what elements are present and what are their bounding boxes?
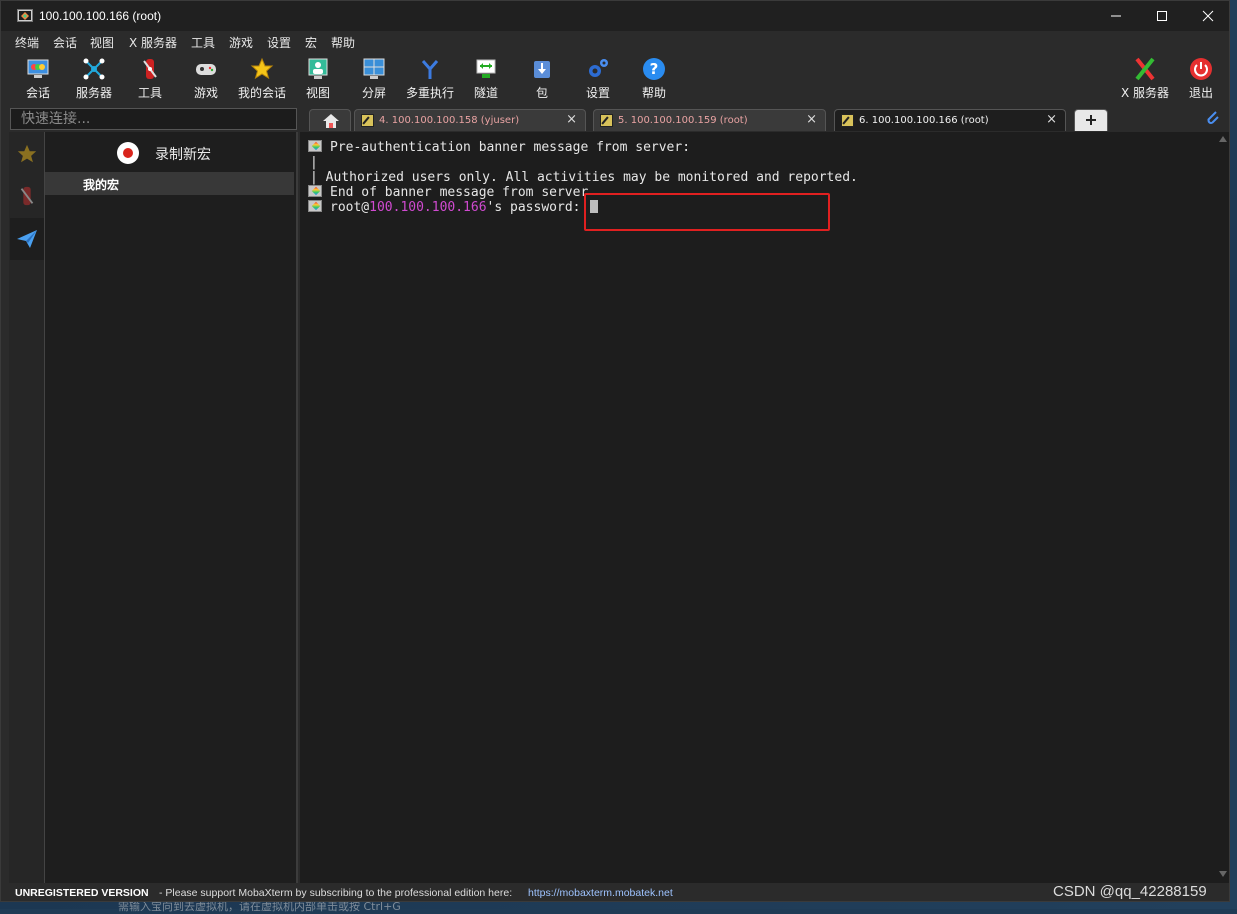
servers-icon bbox=[83, 58, 105, 80]
star-icon bbox=[250, 57, 274, 80]
view-icon bbox=[308, 58, 328, 79]
ssh-session-icon bbox=[841, 114, 854, 127]
games-button[interactable]: 游戏 bbox=[178, 55, 234, 103]
power-icon bbox=[1190, 58, 1212, 80]
home-tab[interactable] bbox=[309, 109, 351, 131]
xserver-button[interactable]: X 服务器 bbox=[1113, 55, 1177, 103]
session-button[interactable]: 会话 bbox=[10, 55, 66, 103]
quick-connect-input[interactable] bbox=[10, 108, 297, 130]
xserver-icon bbox=[1135, 57, 1155, 81]
star-icon bbox=[17, 144, 37, 163]
menu-settings[interactable]: 设置 bbox=[267, 34, 291, 51]
mobatek-link[interactable]: https://mobaxterm.mobatek.net bbox=[528, 887, 673, 899]
tunneling-button[interactable]: 隧道 bbox=[458, 55, 514, 103]
close-tab-icon[interactable]: × bbox=[806, 112, 817, 127]
mobaxterm-prompt-icon bbox=[308, 200, 322, 212]
window-title: 100.100.100.166 (root) bbox=[39, 9, 162, 23]
terminal-line: End of banner message from server bbox=[308, 185, 588, 200]
mobaxterm-prompt-icon bbox=[308, 140, 322, 152]
menu-xserver[interactable]: X 服务器 bbox=[129, 34, 177, 51]
close-window-button[interactable] bbox=[1185, 1, 1229, 31]
multiexec-button[interactable]: 多重执行 bbox=[402, 55, 458, 103]
view-button[interactable]: 视图 bbox=[290, 55, 346, 103]
my-macros-folder[interactable]: 我的宏 bbox=[45, 172, 294, 195]
scroll-up-icon[interactable] bbox=[1219, 136, 1227, 142]
plus-icon bbox=[1086, 115, 1096, 125]
close-tab-icon[interactable]: × bbox=[566, 112, 577, 127]
tools-button[interactable]: 工具 bbox=[122, 55, 178, 103]
session-tab-bar: 4. 100.100.100.158 (yjuser) × 5. 100.100… bbox=[301, 106, 1229, 132]
minimize-button[interactable] bbox=[1093, 1, 1139, 31]
record-icon bbox=[117, 142, 139, 164]
session-tab-6[interactable]: 6. 100.100.100.166 (root) × bbox=[834, 109, 1066, 131]
split-button[interactable]: 分屏 bbox=[346, 55, 402, 103]
menu-tools[interactable]: 工具 bbox=[191, 34, 215, 51]
paper-plane-icon bbox=[17, 230, 37, 248]
menu-bar: 终端 会话 视图 X 服务器 工具 游戏 设置 宏 帮助 bbox=[1, 31, 1229, 51]
csdn-watermark: CSDN @qq_42288159 bbox=[1053, 883, 1207, 900]
menu-macros[interactable]: 宏 bbox=[305, 34, 317, 51]
tools-icon bbox=[143, 59, 157, 79]
menu-games[interactable]: 游戏 bbox=[229, 34, 253, 51]
tunnel-icon bbox=[476, 59, 496, 78]
help-icon: ? bbox=[643, 58, 665, 80]
highlight-annotation-box bbox=[584, 193, 830, 231]
terminal-line: | Authorized users only. All activities … bbox=[310, 170, 858, 185]
session-tab-4[interactable]: 4. 100.100.100.158 (yjuser) × bbox=[354, 109, 586, 131]
gear-icon bbox=[589, 59, 608, 77]
unregistered-label: UNREGISTERED VERSION bbox=[15, 887, 149, 899]
tools-icon bbox=[20, 186, 34, 206]
menu-sessions[interactable]: 会话 bbox=[53, 34, 77, 51]
minimize-icon bbox=[1111, 15, 1121, 17]
ssh-session-icon bbox=[361, 114, 374, 127]
app-icon bbox=[17, 9, 33, 22]
exit-button[interactable]: 退出 bbox=[1173, 55, 1229, 103]
close-tab-icon[interactable]: × bbox=[1046, 112, 1057, 127]
new-tab-button[interactable] bbox=[1074, 109, 1108, 131]
sidebar-tab-macros[interactable] bbox=[10, 218, 44, 260]
help-button[interactable]: ? 帮助 bbox=[626, 55, 682, 103]
terminal-line: | bbox=[310, 155, 318, 170]
toolbar: 会话 服务器 工具 游戏 我的会话 视图 分屏 多重执行 隧道 包 设置 ? 帮… bbox=[1, 51, 1229, 105]
terminal-line: Pre-authentication banner message from s… bbox=[308, 140, 690, 155]
gamepad-icon bbox=[196, 64, 216, 75]
mobaxterm-prompt-icon bbox=[308, 185, 322, 197]
password-prompt-line: root@100.100.100.166's password: bbox=[308, 200, 599, 215]
status-bar: UNREGISTERED VERSION - Please support Mo… bbox=[1, 883, 1229, 901]
package-download-icon bbox=[534, 61, 550, 78]
title-bar: 100.100.100.166 (root) bbox=[1, 1, 1229, 31]
close-icon bbox=[1202, 10, 1214, 22]
maximize-icon bbox=[1157, 11, 1167, 21]
packages-button[interactable]: 包 bbox=[514, 55, 570, 103]
support-message: - Please support MobaXterm by subscribin… bbox=[159, 887, 513, 899]
sidebar-tab-tools[interactable] bbox=[10, 176, 44, 216]
multiexec-fork-icon bbox=[421, 60, 439, 79]
split-screen-icon bbox=[363, 58, 385, 79]
mobaxterm-window: 100.100.100.166 (root) 终端 会话 视图 X 服务器 工具… bbox=[0, 0, 1230, 902]
my-sessions-button[interactable]: 我的会话 bbox=[234, 55, 290, 103]
svg-text:?: ? bbox=[650, 60, 659, 78]
ssh-session-icon bbox=[600, 114, 613, 127]
menu-view[interactable]: 视图 bbox=[90, 34, 114, 51]
sidebar-vertical-tabs bbox=[9, 132, 45, 883]
home-icon bbox=[323, 114, 339, 128]
session-icon bbox=[27, 59, 49, 78]
servers-button[interactable]: 服务器 bbox=[66, 55, 122, 103]
maximize-button[interactable] bbox=[1139, 1, 1185, 31]
terminal-scrollbar[interactable] bbox=[1216, 132, 1229, 883]
settings-button[interactable]: 设置 bbox=[570, 55, 626, 103]
menu-terminal[interactable]: 终端 bbox=[15, 34, 39, 51]
macros-panel: 录制新宏 我的宏 bbox=[45, 132, 298, 883]
menu-help[interactable]: 帮助 bbox=[331, 34, 355, 51]
host-ip: 100.100.100.166 bbox=[369, 200, 487, 215]
scroll-down-icon[interactable] bbox=[1219, 871, 1227, 877]
terminal-area[interactable]: Pre-authentication banner message from s… bbox=[300, 132, 1216, 883]
session-tab-5[interactable]: 5. 100.100.100.159 (root) × bbox=[593, 109, 826, 131]
sidebar-tab-sessions[interactable] bbox=[10, 134, 44, 174]
attachment-icon[interactable] bbox=[1204, 109, 1222, 127]
